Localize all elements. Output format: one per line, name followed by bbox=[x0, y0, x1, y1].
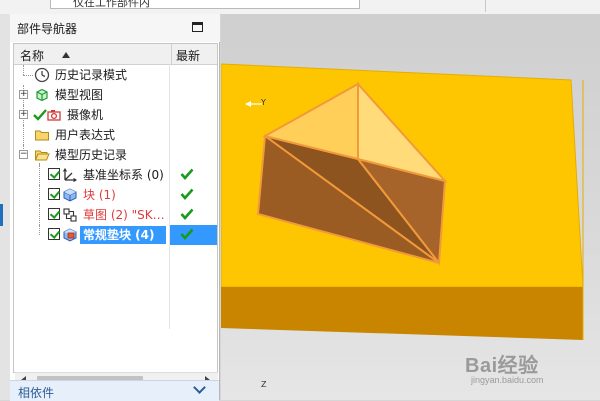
tree-item-label: 块 (1) bbox=[83, 188, 116, 202]
tree-row-pad[interactable]: 常规垫块 (4) bbox=[14, 225, 217, 245]
column-header: 名称 最新 bbox=[14, 44, 217, 65]
part-navigator-panel: 部件导航器 名称 最新 历史记录模式 + 模型视图 + 摄像机 用户表达式 − … bbox=[10, 14, 220, 401]
watermark: Bai经验 jingyan.baidu.com bbox=[465, 349, 600, 389]
panel-header: 部件导航器 bbox=[10, 14, 220, 42]
tree-item-label: 历史记录模式 bbox=[55, 68, 128, 82]
latest-cell bbox=[170, 185, 217, 205]
pad-icon bbox=[63, 228, 77, 242]
tree-guide-line bbox=[23, 75, 33, 76]
clock-icon bbox=[34, 67, 50, 83]
expand-toggle[interactable]: + bbox=[19, 110, 28, 119]
block-front-face[interactable] bbox=[221, 287, 583, 340]
tree-row-history-mode[interactable]: 历史记录模式 bbox=[14, 65, 217, 85]
feature-checkbox[interactable] bbox=[48, 228, 60, 240]
sketch-icon bbox=[63, 208, 77, 222]
tree-guide-line bbox=[39, 185, 40, 205]
tree-row-model-history[interactable]: − 模型历史记录 bbox=[14, 145, 217, 165]
column-name[interactable]: 名称 bbox=[20, 47, 44, 64]
latest-cell bbox=[170, 225, 217, 245]
tree-item-label: 基准坐标系 (0) bbox=[83, 168, 164, 182]
tree-item-label: 草图 (2) "SK… bbox=[83, 208, 165, 222]
sort-ascending-icon bbox=[62, 52, 70, 58]
tree-row-user-expressions[interactable]: 用户表达式 bbox=[14, 125, 217, 145]
tree-guide-line bbox=[39, 225, 40, 235]
feature-checkbox[interactable] bbox=[48, 188, 60, 200]
tree-item-label: 常规垫块 (4) bbox=[80, 226, 166, 244]
tree-row-sketch[interactable]: 草图 (2) "SK… bbox=[14, 205, 217, 225]
datum-csys-icon bbox=[63, 167, 78, 182]
expand-toggle[interactable]: + bbox=[19, 90, 28, 99]
resource-bar-active-marker[interactable] bbox=[0, 204, 3, 226]
tree-guide-line bbox=[23, 65, 24, 75]
tree-item-label: 用户表达式 bbox=[55, 128, 116, 142]
tree-row-cameras[interactable]: + 摄像机 bbox=[14, 105, 217, 125]
model-scene[interactable] bbox=[221, 14, 600, 400]
latest-cell bbox=[170, 165, 217, 185]
tree-row-block[interactable]: 块 (1) bbox=[14, 185, 217, 205]
latest-cell bbox=[170, 205, 217, 225]
tree-row-model-views[interactable]: + 模型视图 bbox=[14, 85, 217, 105]
tree-guide-line bbox=[39, 205, 40, 225]
toolbar-separator bbox=[485, 0, 486, 12]
y-axis-label: Y bbox=[261, 98, 266, 107]
panel-title: 部件导航器 bbox=[17, 22, 78, 36]
top-toolbar: 仅在工作部件内 bbox=[0, 0, 600, 15]
up-to-date-check-icon bbox=[180, 208, 194, 220]
z-axis-label: Z bbox=[261, 380, 267, 389]
camera-icon bbox=[47, 110, 61, 121]
feature-checkbox[interactable] bbox=[48, 168, 60, 180]
tree-guide-line bbox=[23, 125, 24, 145]
tree-item-label: 模型历史记录 bbox=[55, 148, 128, 162]
tree-item-label: 摄像机 bbox=[67, 108, 104, 122]
watermark-brand: Bai经验 bbox=[465, 355, 539, 377]
navigator-tree: 名称 最新 历史记录模式 + 模型视图 + 摄像机 用户表达式 − 模型历史记录… bbox=[13, 43, 218, 388]
collapse-toggle[interactable]: − bbox=[19, 150, 28, 159]
tree-row-datum-csys[interactable]: 基准坐标系 (0) bbox=[14, 165, 217, 185]
dependencies-section[interactable]: 相依件 bbox=[10, 380, 219, 401]
column-latest[interactable]: 最新 bbox=[176, 47, 200, 64]
tree-item-label: 模型视图 bbox=[55, 88, 104, 102]
model-views-icon bbox=[36, 88, 48, 102]
graphics-viewport[interactable]: Y Z bbox=[221, 14, 600, 400]
watermark-url: jingyan.baidu.com bbox=[471, 375, 544, 385]
up-to-date-check-icon bbox=[180, 188, 194, 200]
feature-checkbox[interactable] bbox=[48, 208, 60, 220]
selection-scope-dropdown[interactable]: 仅在工作部件内 bbox=[50, 0, 360, 9]
tree-guide-line bbox=[39, 165, 40, 185]
chevron-down-icon[interactable] bbox=[193, 381, 206, 394]
dependencies-label: 相依件 bbox=[18, 386, 55, 400]
up-to-date-check-icon bbox=[180, 228, 194, 240]
up-to-date-check-icon bbox=[180, 168, 194, 180]
open-folder-icon bbox=[34, 150, 50, 161]
folder-icon bbox=[35, 130, 49, 141]
block-icon bbox=[63, 188, 77, 202]
maximize-icon[interactable] bbox=[192, 22, 203, 32]
column-divider[interactable] bbox=[171, 44, 172, 64]
